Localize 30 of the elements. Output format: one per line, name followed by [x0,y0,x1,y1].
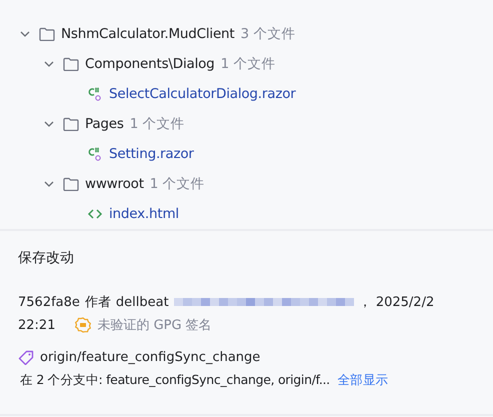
file-name[interactable]: Setting.razor [109,146,194,162]
folder-icon [63,117,79,131]
folder-icon [63,177,79,191]
csharp-razor-icon [87,86,103,102]
file-count: 1 个文件 [150,175,205,193]
folder-icon [63,57,79,71]
commit-hash: 7562fa8e [18,294,80,310]
show-all-link[interactable]: 全部显示 [338,372,388,387]
signature-status: 未验证的 GPG 签名 [97,317,212,334]
file-count: 1 个文件 [220,55,276,73]
commit-date: ， 2025/2/2 [358,294,434,311]
file-count: 1 个文件 [130,115,185,133]
folder-icon [39,27,55,41]
commit-message: 保存改动 [18,249,75,267]
folder-name[interactable]: Components\Dialog [85,56,215,72]
csharp-razor-icon [87,146,103,162]
file-name[interactable]: index.html [109,206,179,222]
folder-name[interactable]: Pages [85,116,124,132]
folder-name[interactable]: NshmCalculator.MudClient [61,26,235,42]
tag-name: origin/feature_configSync_change [40,350,260,365]
file-count: 3 个文件 [240,25,296,43]
code-brackets-icon [87,208,103,220]
author-label: 作者 [84,294,111,311]
folder-name[interactable]: wwwroot [85,176,144,192]
file-name[interactable]: SelectCalculatorDialog.razor [109,86,296,102]
unverified-badge-icon [75,317,92,333]
author-name: dellbeat [116,294,169,310]
branch-list: 在 2 个分支中: feature_configSync_change, origin/f... [20,372,330,387]
tag-icon [18,350,35,365]
commit-time: 22:21 [18,318,56,332]
